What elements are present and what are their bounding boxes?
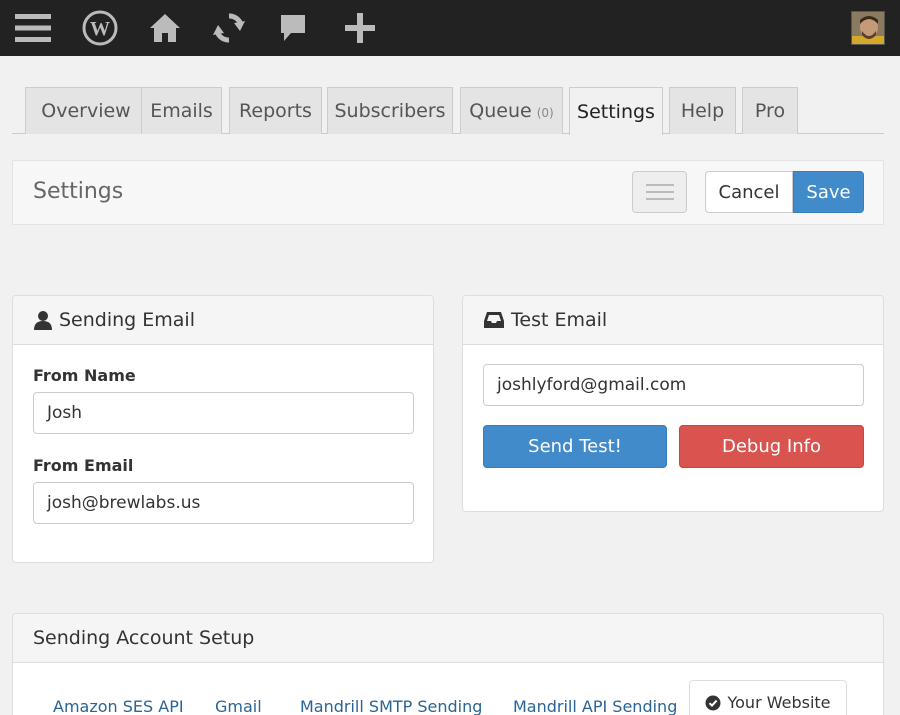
tab-emails[interactable]: Emails — [141, 87, 222, 134]
tab-pro[interactable]: Pro — [742, 87, 798, 134]
tab-label: Queue — [469, 100, 532, 122]
tab-label: Help — [680, 100, 725, 122]
test-email-field[interactable]: joshlyford@gmail.com — [483, 364, 864, 406]
tab-your-website[interactable]: Your Website — [689, 680, 847, 715]
tab-amazon-ses[interactable]: Amazon SES API — [53, 697, 184, 715]
inbox-icon — [483, 310, 505, 330]
admin-bar: W — [0, 0, 900, 56]
tab-label: Reports — [239, 100, 312, 122]
from-email-label: From Email — [33, 456, 134, 475]
tab-label: Overview — [41, 100, 131, 122]
wordpress-icon[interactable]: W — [80, 8, 120, 48]
nav-tabs: Overview Emails Reports Subscribers Queu… — [12, 87, 884, 135]
hamburger-menu-icon[interactable] — [632, 171, 687, 213]
tab-label: Subscribers — [334, 100, 446, 122]
new-content-icon[interactable] — [340, 8, 380, 48]
tab-label: Emails — [150, 100, 213, 122]
updates-icon[interactable] — [209, 8, 249, 48]
tab-queue[interactable]: Queue (0) — [460, 87, 563, 134]
debug-info-button[interactable]: Debug Info — [679, 425, 864, 468]
tab-overview[interactable]: Overview — [25, 87, 147, 134]
check-circle-icon — [705, 695, 721, 711]
settings-header: Settings Cancel Save — [12, 160, 884, 225]
panel-heading: Sending Account Setup — [13, 614, 883, 663]
user-icon — [33, 310, 53, 330]
queue-count: (0) — [536, 106, 554, 120]
avatar[interactable] — [851, 11, 885, 45]
tab-mandrill-api[interactable]: Mandrill API Sending — [513, 697, 677, 715]
from-email-field[interactable]: josh@brewlabs.us — [33, 482, 414, 524]
save-button[interactable]: Save — [793, 171, 864, 213]
tab-gmail[interactable]: Gmail — [215, 697, 262, 715]
panel-title: Sending Email — [59, 309, 195, 331]
from-name-field[interactable]: Josh — [33, 392, 414, 434]
from-name-label: From Name — [33, 366, 136, 385]
sending-email-panel: Sending Email From Name Josh From Email … — [12, 295, 434, 563]
comments-icon[interactable] — [273, 8, 313, 48]
tab-label: Pro — [754, 100, 786, 122]
tab-subscribers[interactable]: Subscribers — [327, 87, 453, 134]
svg-text:W: W — [90, 18, 110, 40]
home-icon[interactable] — [145, 8, 185, 48]
cancel-button[interactable]: Cancel — [705, 171, 793, 213]
panel-title: Test Email — [511, 309, 608, 331]
panel-title: Sending Account Setup — [33, 627, 255, 649]
tab-settings[interactable]: Settings — [569, 87, 663, 135]
panel-heading: Sending Email — [13, 296, 433, 345]
send-test-button[interactable]: Send Test! — [483, 425, 667, 468]
page-title: Settings — [33, 179, 124, 204]
tab-mandrill-smtp[interactable]: Mandrill SMTP Sending — [300, 697, 482, 715]
menu-icon[interactable] — [13, 8, 53, 48]
panel-heading: Test Email — [463, 296, 883, 345]
tab-label: Your Website — [727, 693, 831, 712]
tab-label: Settings — [577, 100, 655, 123]
test-email-panel: Test Email joshlyford@gmail.com Send Tes… — [462, 295, 884, 512]
tab-help[interactable]: Help — [669, 87, 736, 134]
tab-reports[interactable]: Reports — [229, 87, 322, 134]
